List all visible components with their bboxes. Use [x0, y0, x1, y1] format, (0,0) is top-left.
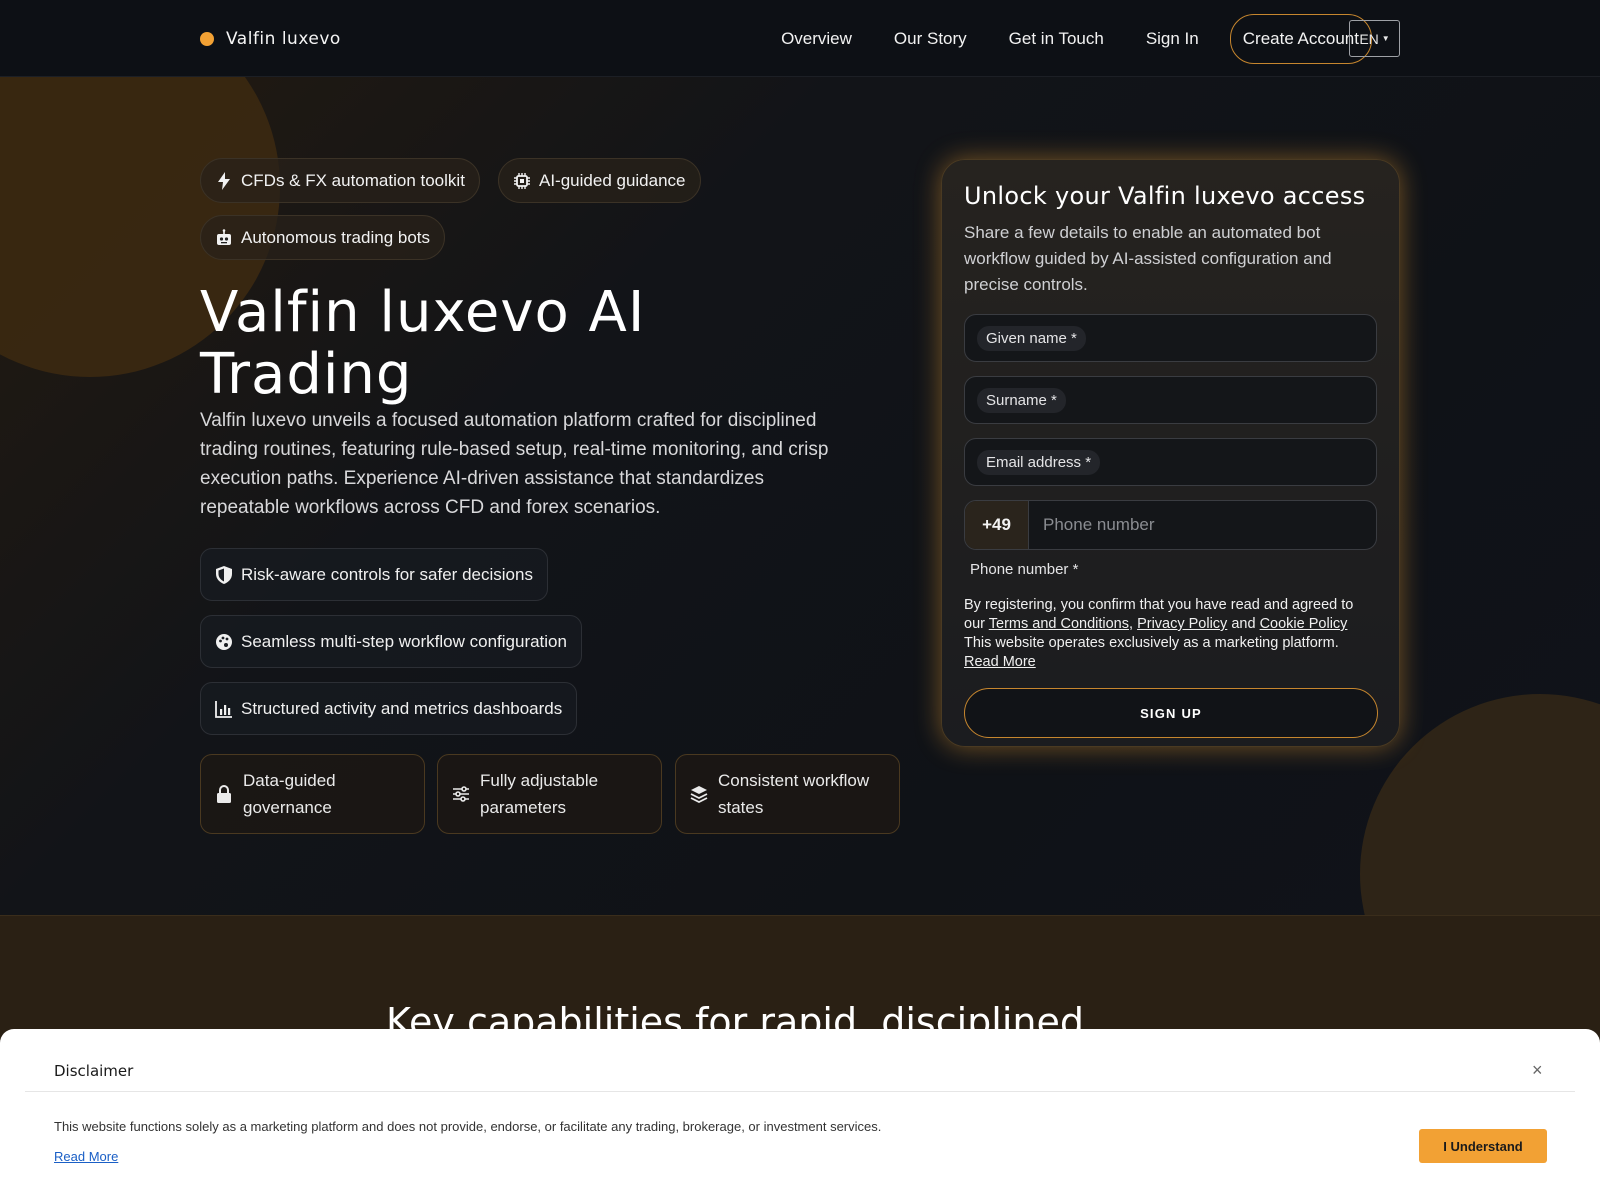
layers-icon [690, 785, 708, 803]
brand-logo[interactable]: Valfin luxevo [200, 28, 341, 50]
feature-workflow-config: Seamless multi-step workflow configurati… [200, 615, 582, 668]
feature-dashboards: Structured activity and metrics dashboar… [200, 682, 578, 735]
terms-link[interactable]: Terms and Conditions [989, 616, 1129, 632]
nav-overview[interactable]: Overview [760, 29, 873, 49]
signup-form-panel: Unlock your Valfin luxevo access Share a… [941, 159, 1400, 747]
shield-icon [215, 565, 233, 584]
sliders-icon [452, 785, 470, 803]
nav-our-story[interactable]: Our Story [873, 29, 988, 49]
form-subtitle: Share a few details to enable an automat… [964, 223, 1332, 294]
email-field[interactable]: Email address * [964, 438, 1377, 486]
privacy-link[interactable]: Privacy Policy [1137, 616, 1227, 632]
feature-label: Structured activity and metrics dashboar… [241, 698, 563, 718]
chevron-down-icon: ▼ [1381, 34, 1390, 43]
tag-label: Autonomous trading bots [241, 227, 431, 247]
email-label: Email address * [977, 449, 1101, 475]
card-label: Fully adjustable parameters [480, 771, 599, 817]
legal-suffix: This website operates exclusively as a m… [964, 635, 1339, 651]
tag-label: CFDs & FX automation toolkit [241, 170, 465, 190]
legal-and: and [1231, 616, 1256, 632]
disclaimer-read-more-link[interactable]: Read More [54, 1149, 118, 1164]
country-code-selector[interactable]: +49 [965, 501, 1029, 549]
robot-icon [215, 228, 233, 247]
bar-chart-icon [215, 700, 233, 718]
cookie-link[interactable]: Cookie Policy [1260, 616, 1348, 632]
lightning-icon [215, 171, 233, 190]
read-more-link[interactable]: Read More [964, 654, 1036, 670]
top-navigation-bar: Valfin luxevo Overview Our Story Get in … [0, 0, 1600, 77]
hero-section: CFDs & FX automation toolkit AI-guided g… [0, 77, 1600, 915]
i-understand-button[interactable]: I Understand [1419, 1129, 1547, 1163]
close-icon[interactable]: × [1532, 1060, 1543, 1081]
main-nav: Overview Our Story Get in Touch Sign In … [760, 13, 1372, 64]
page-title: Valfin luxevo AI Trading [200, 280, 646, 407]
disclaimer-text: This website functions solely as a marke… [54, 1119, 882, 1134]
language-label: EN [1359, 30, 1379, 47]
form-title: Unlock your Valfin luxevo access [964, 182, 1366, 210]
card-parameters: Fully adjustable parameters [437, 754, 662, 834]
legal-notice: By registering, you confirm that you hav… [964, 597, 1354, 670]
disclaimer-banner: Disclaimer × This website functions sole… [0, 1029, 1600, 1200]
phone-field-group: +49 [964, 500, 1377, 550]
given-name-label: Given name * [977, 325, 1086, 351]
lock-icon [215, 785, 233, 803]
nav-get-in-touch[interactable]: Get in Touch [988, 29, 1125, 49]
given-name-field[interactable]: Given name * [964, 314, 1377, 362]
phone-label: Phone number * [970, 561, 1079, 578]
surname-label: Surname * [977, 387, 1066, 413]
language-selector[interactable]: EN ▼ [1349, 20, 1400, 57]
card-label: Data-guided governance [243, 771, 336, 817]
feature-label: Seamless multi-step workflow configurati… [241, 631, 567, 651]
nav-sign-in[interactable]: Sign In [1125, 29, 1220, 49]
feature-risk-controls: Risk-aware controls for safer decisions [200, 548, 548, 601]
feature-label: Risk-aware controls for safer decisions [241, 564, 533, 584]
card-label: Consistent workflow states [718, 771, 870, 817]
hero-description: Valfin luxevo unveils a focused automati… [200, 410, 829, 518]
tag-pill-cfds: CFDs & FX automation toolkit [200, 158, 480, 203]
brand-dot-icon [200, 32, 214, 46]
tag-label: AI-guided guidance [539, 170, 686, 190]
surname-field[interactable]: Surname * [964, 376, 1377, 424]
chip-icon [513, 172, 531, 190]
brand-name: Valfin luxevo [226, 29, 341, 49]
divider [25, 1091, 1575, 1092]
tag-pill-bots: Autonomous trading bots [200, 215, 446, 260]
card-workflow-states: Consistent workflow states [675, 754, 900, 834]
sign-up-button[interactable]: SIGN UP [964, 688, 1378, 738]
card-governance: Data-guided governance [200, 754, 425, 834]
tag-pill-ai-guidance: AI-guided guidance [498, 158, 701, 203]
phone-input[interactable] [1029, 501, 1376, 549]
palette-icon [215, 633, 233, 651]
disclaimer-title: Disclaimer [54, 1062, 134, 1080]
